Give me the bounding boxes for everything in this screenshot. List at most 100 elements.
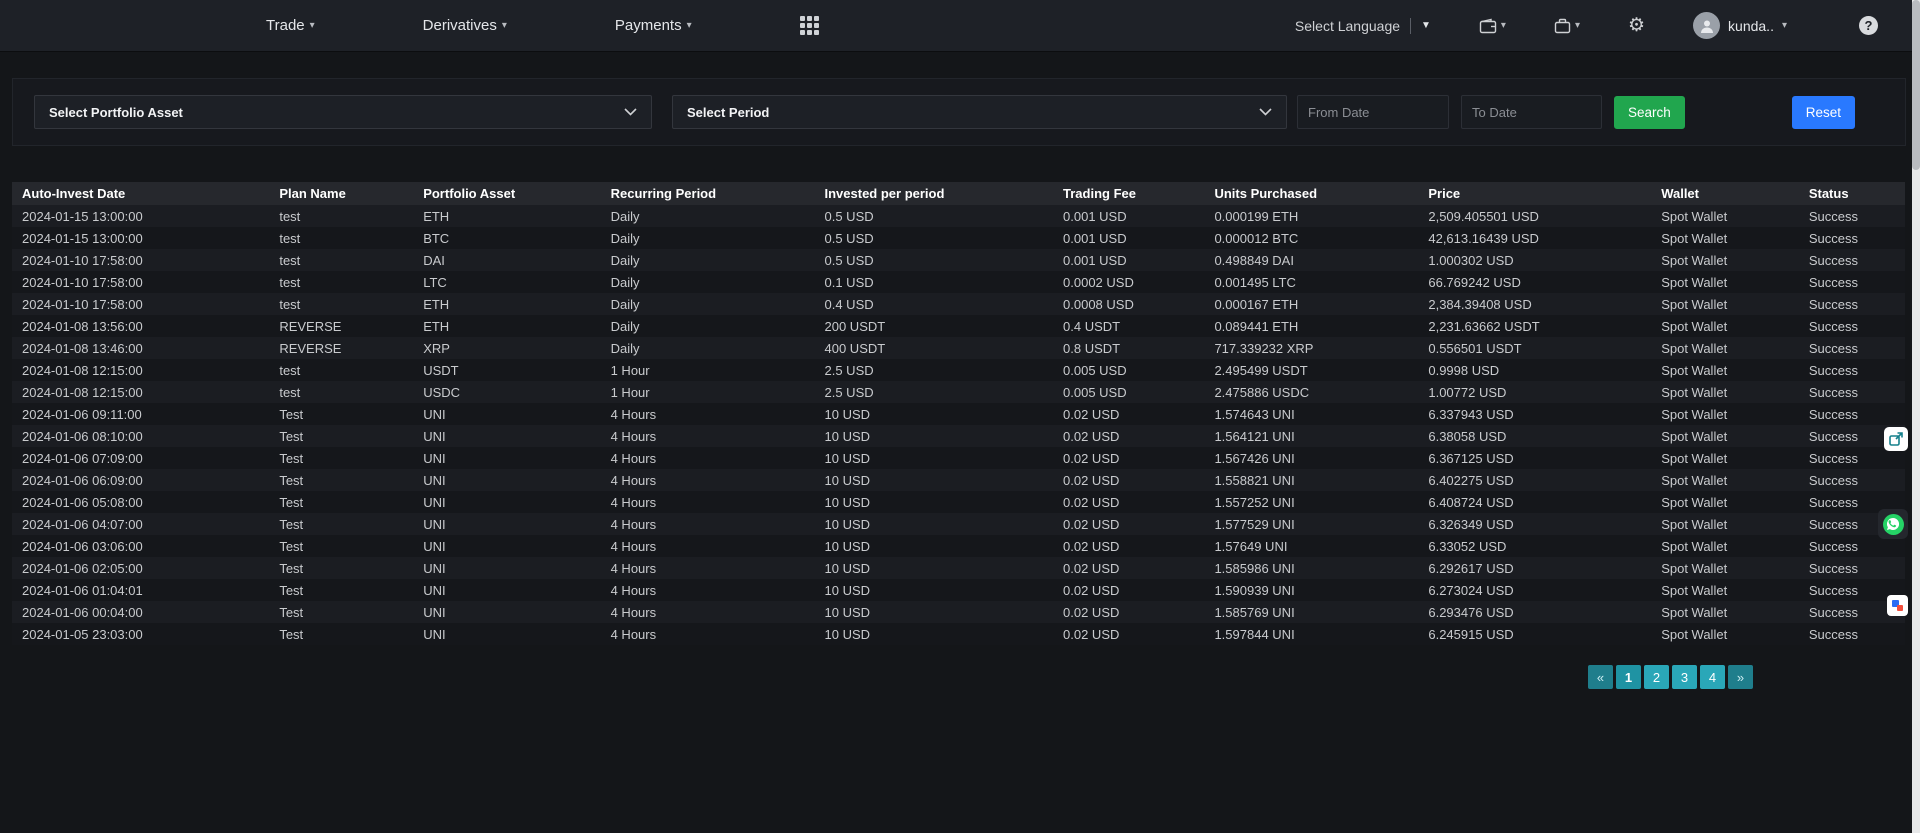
- table-cell: Test: [271, 579, 415, 601]
- table-cell: 6.367125 USD: [1420, 447, 1653, 469]
- table-cell: Success: [1801, 623, 1905, 645]
- from-date-input[interactable]: [1297, 95, 1449, 129]
- table-cell: UNI: [415, 535, 602, 557]
- support-widget[interactable]: [1884, 427, 1908, 451]
- table-cell: 0.02 USD: [1055, 535, 1206, 557]
- pagination-page-2[interactable]: 2: [1644, 665, 1669, 689]
- to-date-input[interactable]: [1461, 95, 1602, 129]
- share-icon: [1889, 432, 1903, 446]
- table-cell: 6.293476 USD: [1420, 601, 1653, 623]
- table-cell: 0.9998 USD: [1420, 359, 1653, 381]
- gear-icon[interactable]: ⚙: [1628, 14, 1645, 37]
- period-select-label: Select Period: [687, 105, 769, 120]
- chevron-down-icon: ▾: [502, 21, 507, 31]
- table-row: 2024-01-08 13:46:00REVERSEXRPDaily400 US…: [12, 337, 1905, 359]
- pagination-page-4[interactable]: 4: [1700, 665, 1725, 689]
- table-cell: Spot Wallet: [1653, 293, 1801, 315]
- scrollbar-thumb[interactable]: [1912, 0, 1920, 170]
- table-cell: 0.005 USD: [1055, 381, 1206, 403]
- table-cell: 4 Hours: [603, 601, 817, 623]
- table-row: 2024-01-06 06:09:00TestUNI4 Hours10 USD0…: [12, 469, 1905, 491]
- header-trading-fee: Trading Fee: [1055, 182, 1206, 205]
- nav-item-payments[interactable]: Payments ▾: [615, 17, 692, 34]
- table-cell: 2024-01-06 02:05:00: [12, 557, 271, 579]
- pagination-next-button[interactable]: »: [1728, 665, 1753, 689]
- table-cell: 0.02 USD: [1055, 469, 1206, 491]
- nav-item-trade[interactable]: Trade ▾: [266, 17, 315, 34]
- apps-grid-icon[interactable]: [800, 16, 819, 35]
- table-cell: 6.245915 USD: [1420, 623, 1653, 645]
- orders-menu[interactable]: ▾: [1554, 18, 1580, 34]
- pagination-page-3[interactable]: 3: [1672, 665, 1697, 689]
- table-cell: Success: [1801, 403, 1905, 425]
- table-cell: 0.02 USD: [1055, 425, 1206, 447]
- table-cell: UNI: [415, 491, 602, 513]
- table-cell: 0.001 USD: [1055, 227, 1206, 249]
- nav-item-payments-label: Payments: [615, 17, 682, 34]
- auto-invest-history-table: Auto-Invest Date Plan Name Portfolio Ass…: [12, 182, 1905, 645]
- table-row: 2024-01-08 13:56:00REVERSEETHDaily200 US…: [12, 315, 1905, 337]
- table-cell: 6.408724 USD: [1420, 491, 1653, 513]
- language-selector[interactable]: Select Language ▼: [1295, 18, 1431, 34]
- table-cell: 6.402275 USD: [1420, 469, 1653, 491]
- table-cell: Spot Wallet: [1653, 227, 1801, 249]
- whatsapp-widget[interactable]: [1878, 509, 1908, 539]
- table-row: 2024-01-10 17:58:00testETHDaily0.4 USD0.…: [12, 293, 1905, 315]
- table-cell: 2024-01-06 06:09:00: [12, 469, 271, 491]
- table-cell: Spot Wallet: [1653, 513, 1801, 535]
- table-row: 2024-01-10 17:58:00testLTCDaily0.1 USD0.…: [12, 271, 1905, 293]
- wallet-menu[interactable]: ▾: [1479, 18, 1506, 34]
- nav-menu: Trade ▾ Derivatives ▾ Payments ▾: [266, 16, 819, 35]
- portfolio-asset-select-label: Select Portfolio Asset: [49, 105, 183, 120]
- table-cell: BTC: [415, 227, 602, 249]
- table-cell: 10 USD: [817, 469, 1056, 491]
- table-cell: Daily: [603, 293, 817, 315]
- filter-panel: Select Portfolio Asset Select Period Sea…: [12, 78, 1906, 146]
- table-cell: 2024-01-15 13:00:00: [12, 227, 271, 249]
- table-cell: 10 USD: [817, 601, 1056, 623]
- table-cell: Success: [1801, 227, 1905, 249]
- chevron-down-icon: ▼: [1421, 20, 1431, 31]
- table-cell: 1 Hour: [603, 359, 817, 381]
- table-row: 2024-01-06 07:09:00TestUNI4 Hours10 USD0…: [12, 447, 1905, 469]
- user-menu[interactable]: kunda.. ▾: [1693, 12, 1787, 39]
- table-cell: UNI: [415, 579, 602, 601]
- table-cell: UNI: [415, 601, 602, 623]
- table-cell: Daily: [603, 271, 817, 293]
- table-cell: Daily: [603, 205, 817, 227]
- briefcase-icon: [1554, 18, 1571, 34]
- table-cell: 2024-01-08 12:15:00: [12, 381, 271, 403]
- table-cell: 2,509.405501 USD: [1420, 205, 1653, 227]
- chevron-down-icon: ▾: [1501, 21, 1506, 31]
- reset-button[interactable]: Reset: [1792, 96, 1855, 129]
- period-select[interactable]: Select Period: [672, 95, 1287, 129]
- nav-item-derivatives[interactable]: Derivatives ▾: [423, 17, 507, 34]
- table-cell: 2,384.39408 USD: [1420, 293, 1653, 315]
- table-cell: test: [271, 359, 415, 381]
- table-cell: 0.001 USD: [1055, 249, 1206, 271]
- pagination-page-1[interactable]: 1: [1616, 665, 1641, 689]
- search-button[interactable]: Search: [1614, 96, 1685, 129]
- table-cell: 1.557252 UNI: [1206, 491, 1420, 513]
- table-cell: 1.585986 UNI: [1206, 557, 1420, 579]
- table-row: 2024-01-06 08:10:00TestUNI4 Hours10 USD0…: [12, 425, 1905, 447]
- table-cell: 1.577529 UNI: [1206, 513, 1420, 535]
- wallet-icon: [1479, 18, 1497, 34]
- pagination-prev-button[interactable]: «: [1588, 665, 1613, 689]
- portfolio-asset-select[interactable]: Select Portfolio Asset: [34, 95, 652, 129]
- table-cell: 0.000199 ETH: [1206, 205, 1420, 227]
- table-row: 2024-01-06 02:05:00TestUNI4 Hours10 USD0…: [12, 557, 1905, 579]
- table-cell: 2024-01-08 13:56:00: [12, 315, 271, 337]
- table-cell: Spot Wallet: [1653, 425, 1801, 447]
- help-icon[interactable]: ?: [1859, 16, 1878, 35]
- table-cell: Spot Wallet: [1653, 491, 1801, 513]
- table-cell: Success: [1801, 381, 1905, 403]
- table-cell: 10 USD: [817, 403, 1056, 425]
- table-cell: 0.02 USD: [1055, 623, 1206, 645]
- header-recurring-period: Recurring Period: [603, 182, 817, 205]
- table-cell: Daily: [603, 227, 817, 249]
- table-cell: 0.5 USD: [817, 205, 1056, 227]
- table-cell: 200 USDT: [817, 315, 1056, 337]
- chat-widget[interactable]: [1887, 595, 1908, 616]
- table-cell: 0.02 USD: [1055, 403, 1206, 425]
